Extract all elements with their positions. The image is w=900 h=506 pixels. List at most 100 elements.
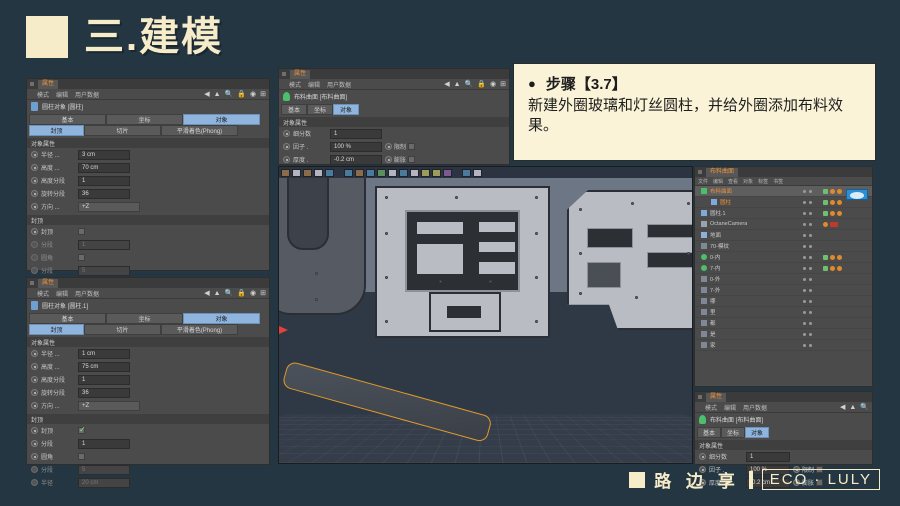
- thickness-input[interactable]: -0.2 cm: [330, 154, 382, 165]
- object-manager-menubar[interactable]: 文件 编辑 查看 对象 标签 书签: [695, 177, 872, 186]
- row-visibility-dots[interactable]: [803, 310, 812, 314]
- height-seg-input[interactable]: 1: [78, 374, 130, 385]
- panel-menubar[interactable]: 模式 编辑 用户数据 ◀ ▲ 🔍 🔒 ◉ ⊞: [27, 89, 269, 100]
- tab-slice[interactable]: 切片: [84, 324, 161, 335]
- tool-undo-icon[interactable]: [281, 168, 290, 177]
- om-menu-edit[interactable]: 编辑: [713, 178, 723, 185]
- row-visibility-dots[interactable]: [803, 288, 812, 292]
- cap-toggle-row[interactable]: 封顶: [27, 225, 269, 238]
- attributes-panel-cloth-bottom[interactable]: 属性 模式 编辑 用户数据 ◀ ▲ 🔍 布料曲面 [布料曲面] 基本 坐标 对象…: [694, 391, 873, 488]
- forward-arrow-icon[interactable]: ▲: [214, 290, 221, 297]
- fillet-toggle-row[interactable]: 圆角: [27, 251, 269, 264]
- row-visibility-dots[interactable]: [803, 189, 812, 193]
- cloth-attribute-tabs[interactable]: 基本 坐标 对象: [279, 103, 509, 115]
- tab-object[interactable]: 对象: [183, 114, 260, 125]
- tool-select-icon[interactable]: [303, 168, 312, 177]
- cloth2-field-subdivision[interactable]: 细分数 1: [695, 450, 872, 463]
- forward-arrow-icon[interactable]: ▲: [214, 91, 221, 98]
- tab-phong[interactable]: 平滑着色(Phong): [161, 125, 238, 136]
- tab-basic[interactable]: 基本: [281, 104, 307, 115]
- orientation-select[interactable]: +Z: [78, 400, 140, 411]
- rot-seg-input[interactable]: 36: [78, 188, 130, 199]
- attributes-panel-cylinder-2[interactable]: 属性 模式 编辑 用户数据 ◀ ▲ 🔍 🔒 ◉ ⊞ 圆柱对象 [圆柱.1] 基本…: [26, 277, 270, 488]
- cap-seg-input[interactable]: 1: [78, 239, 130, 250]
- fillet2-radius-row[interactable]: 半径 20 cm: [27, 476, 269, 489]
- radius-knob-icon[interactable]: [31, 151, 38, 158]
- cap-seg-input[interactable]: 1: [78, 438, 130, 449]
- cloth-field-thickness[interactable]: 厚度 . -0.2 cm 膨胀: [279, 153, 509, 166]
- field-orientation[interactable]: 方向 ... +Z: [27, 200, 269, 213]
- object-manager-tabbar[interactable]: 布料曲面: [695, 167, 872, 177]
- row-visibility-dots[interactable]: [803, 233, 812, 237]
- tab-coord[interactable]: 坐标: [307, 104, 333, 115]
- field2-height-segments[interactable]: 高度分段 1: [27, 373, 269, 386]
- tab-object[interactable]: 对象: [183, 313, 260, 324]
- tab-cap[interactable]: 封顶: [29, 125, 84, 136]
- back-arrow-icon[interactable]: ◀: [444, 80, 449, 88]
- cloth2-menu-mode[interactable]: 模式: [705, 403, 717, 412]
- row-tags[interactable]: [823, 265, 842, 271]
- menu-edit[interactable]: 编辑: [56, 90, 68, 99]
- tool-octane-icon[interactable]: [473, 168, 482, 177]
- forward-arrow-icon[interactable]: ▲: [849, 404, 856, 411]
- row-visibility-dots[interactable]: [803, 200, 812, 204]
- height-knob-icon[interactable]: [31, 164, 38, 171]
- rot-seg-knob-icon[interactable]: [31, 190, 38, 197]
- height-seg-knob-icon[interactable]: [31, 177, 38, 184]
- list-item[interactable]: 70-模纹: [695, 241, 872, 252]
- search-icon[interactable]: 🔍: [225, 90, 234, 98]
- field2-radius[interactable]: 半径 ... 1 cm: [27, 347, 269, 360]
- list-item[interactable]: 都: [695, 318, 872, 329]
- attribute-tabs[interactable]: 基本 坐标 对象 封顶 切片 平滑着色(Phong): [27, 113, 269, 136]
- tool-generator-icon[interactable]: [399, 168, 408, 177]
- cap-knob-icon[interactable]: [31, 228, 38, 235]
- lock-icon[interactable]: 🔒: [237, 90, 246, 98]
- tool-camera-icon[interactable]: [432, 168, 441, 177]
- menu-userdata[interactable]: 用户数据: [75, 90, 99, 99]
- lock-icon[interactable]: 🔒: [477, 80, 486, 88]
- settings-icon[interactable]: ◉: [250, 90, 256, 98]
- factor-input[interactable]: 100 %: [330, 141, 382, 152]
- field2-rotation-segments[interactable]: 旋转分段 36: [27, 386, 269, 399]
- list-item[interactable]: 里: [695, 307, 872, 318]
- tab-coord[interactable]: 坐标: [721, 427, 745, 438]
- list-item[interactable]: 是: [695, 329, 872, 340]
- tool-spline-icon[interactable]: [388, 168, 397, 177]
- cloth-menu-edit[interactable]: 编辑: [308, 80, 320, 89]
- tool-mograph-icon[interactable]: [443, 168, 452, 177]
- om-menu-tags[interactable]: 标签: [758, 178, 768, 185]
- panel-tab-title[interactable]: 属性: [38, 79, 59, 89]
- row-visibility-dots[interactable]: [803, 211, 812, 215]
- tool-scale-icon[interactable]: [325, 168, 334, 177]
- field2-height[interactable]: 高度 ... 75 cm: [27, 360, 269, 373]
- row-visibility-dots[interactable]: [803, 244, 812, 248]
- tab-object[interactable]: 对象: [745, 427, 769, 438]
- fillet-seg-knob-icon[interactable]: [31, 466, 38, 473]
- tab-basic[interactable]: 基本: [697, 427, 721, 438]
- object-manager-tab-title[interactable]: 布料曲面: [706, 167, 739, 177]
- fillet-segments-row[interactable]: 分段 5: [27, 264, 269, 277]
- fillet-knob-icon[interactable]: [31, 254, 38, 261]
- tab-phong[interactable]: 平滑着色(Phong): [161, 324, 238, 335]
- expand-icon[interactable]: ⊞: [500, 80, 506, 88]
- fillet-radius-input[interactable]: 20 cm: [78, 477, 130, 488]
- fillet-seg-input[interactable]: 5: [78, 265, 130, 276]
- panel-tabbar[interactable]: 属性: [27, 79, 269, 89]
- om-menu-view[interactable]: 查看: [728, 178, 738, 185]
- subdiv-input[interactable]: 1: [746, 451, 790, 462]
- tool-redo-icon[interactable]: [292, 168, 301, 177]
- cloth2-attribute-tabs[interactable]: 基本 坐标 对象: [695, 426, 872, 438]
- tab-coord[interactable]: 坐标: [106, 313, 183, 324]
- row-tags[interactable]: [823, 199, 842, 205]
- search-icon[interactable]: 🔍: [465, 80, 474, 88]
- cloth-panel-tabbar[interactable]: 属性: [279, 69, 509, 79]
- rot-seg-input[interactable]: 36: [78, 387, 130, 398]
- row-tags[interactable]: [823, 254, 842, 260]
- tool-move-icon[interactable]: [314, 168, 323, 177]
- row-tags[interactable]: [823, 188, 842, 194]
- fillet-knob-icon[interactable]: [31, 453, 38, 460]
- fillet-radius-knob-icon[interactable]: [31, 479, 38, 486]
- cloth2-panel-tab-title[interactable]: 属性: [706, 392, 727, 402]
- row-visibility-dots[interactable]: [803, 255, 812, 259]
- row-visibility-dots[interactable]: [803, 299, 812, 303]
